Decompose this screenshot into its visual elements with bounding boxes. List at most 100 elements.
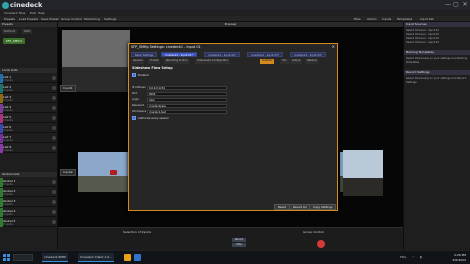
- preview-tile[interactable]: [78, 152, 128, 192]
- selected-preset-chip[interactable]: SFP_SMH/x: [3, 38, 25, 44]
- workspace-field[interactable]: cinedeck-test: [147, 109, 227, 114]
- input-source-item[interactable]: Select Channel - Input 02: [406, 33, 439, 36]
- list-menu-icon[interactable]: [52, 180, 56, 184]
- tab-input-01[interactable]: cinedeck1 - Input 01*: [161, 52, 197, 57]
- left-panel: Presets Default GPU Local Lists List 10 …: [0, 22, 58, 250]
- list-menu-icon[interactable]: [52, 116, 56, 120]
- list-item[interactable]: List 50 Inputs: [0, 114, 58, 123]
- input-source-item[interactable]: Select Channel - Input 03: [406, 37, 439, 40]
- wifi-icon[interactable]: ◠: [412, 255, 415, 259]
- list-subtitle: 0 Inputs: [3, 98, 13, 102]
- section-title: Sideshow Flow Setup: [132, 66, 173, 70]
- right-panel: Input Sources Select Channel - Input 01 …: [403, 22, 470, 250]
- reset-button[interactable]: Reset: [274, 204, 290, 210]
- subtab-video-audio[interactable]: Video/Audio Configuration: [195, 59, 231, 64]
- field-label-port: Port: [132, 92, 138, 95]
- record-button[interactable]: Record: [232, 238, 246, 242]
- tab-gpu[interactable]: GPU: [22, 29, 33, 34]
- list-item[interactable]: List 60 Inputs: [0, 124, 58, 133]
- maximize-icon[interactable]: ▢: [452, 1, 460, 9]
- battery-icon[interactable]: ▮: [420, 255, 422, 259]
- list-menu-icon[interactable]: [52, 210, 56, 214]
- ip-address-field[interactable]: 0.0.0.0:1234: [147, 85, 227, 90]
- subtab-subtitles[interactable]: Subtitles: [260, 59, 275, 64]
- subtab-info[interactable]: Info: [280, 59, 289, 64]
- list-item[interactable]: List 40 Inputs: [0, 104, 58, 113]
- clock[interactable]: 4:26 PM 5/6/2022: [453, 253, 466, 262]
- input-source-item[interactable]: Select Channel - Input 04: [406, 41, 439, 44]
- list-item[interactable]: Global 30 Inputs: [0, 198, 58, 207]
- subtab-general[interactable]: General: [131, 59, 145, 64]
- tab-input-02[interactable]: cinedeck1 - Input 02*: [204, 52, 240, 57]
- list-item[interactable]: Global 40 Inputs: [0, 208, 58, 217]
- taskbar-app-1[interactable]: cinedeck.SMHr: [42, 253, 69, 262]
- record-dot-icon[interactable]: [317, 240, 325, 248]
- list-menu-icon[interactable]: [52, 200, 56, 204]
- subtab-format[interactable]: Format: [148, 59, 161, 64]
- list-menu-icon[interactable]: [52, 136, 56, 140]
- list-item[interactable]: List 30 Inputs: [0, 94, 58, 103]
- minimize-icon[interactable]: —: [444, 1, 452, 9]
- list-menu-icon[interactable]: [52, 220, 56, 224]
- app-name: cinedeck: [10, 1, 43, 9]
- copy-settings-button[interactable]: Copy Settings: [309, 204, 337, 210]
- list-item[interactable]: List 10 Inputs: [0, 74, 58, 83]
- list-subtitle: 0 Inputs: [3, 78, 13, 82]
- tab-basic-settings[interactable]: Basic Settings: [131, 52, 158, 57]
- subtab-output[interactable]: Output: [290, 59, 303, 64]
- language-indicator[interactable]: ENG: [400, 255, 406, 259]
- windows-start-icon[interactable]: [3, 254, 10, 261]
- list-subtitle: 0 Inputs: [3, 128, 13, 132]
- list-item[interactable]: Global 20 Inputs: [0, 188, 58, 197]
- password-field[interactable]: cinedeckpass: [147, 103, 227, 108]
- record-settings-header: Record Settings: [404, 70, 470, 75]
- subtab-network[interactable]: Network: [305, 59, 319, 64]
- dialog-title: SFP_SMHp Settings: cinedeck1 - Input 01: [131, 45, 201, 49]
- dialog-close-icon[interactable]: ✕: [332, 44, 335, 49]
- revert-all-button[interactable]: Revert All: [289, 204, 311, 210]
- list-menu-icon[interactable]: [52, 96, 56, 100]
- field-label-login: Login: [132, 98, 139, 101]
- login-field[interactable]: User: [147, 97, 227, 102]
- folder-icon[interactable]: [124, 254, 131, 261]
- list-item[interactable]: Global 50 Inputs: [0, 218, 58, 227]
- port-field[interactable]: 9000: [147, 91, 227, 96]
- taskbar-search-input[interactable]: [13, 254, 33, 261]
- list-menu-icon[interactable]: [52, 126, 56, 130]
- global-lists-header: Global Lists: [0, 172, 57, 177]
- local-lists-header: Local Lists: [0, 68, 57, 73]
- tab-default[interactable]: Default: [2, 29, 17, 34]
- presets-header: Presets: [0, 22, 57, 27]
- title-bar: cinedeck — ▢ ✕: [0, 0, 470, 10]
- list-subtitle: 0 Inputs: [3, 148, 13, 152]
- date-text: 5/6/2022: [452, 257, 466, 262]
- subtab-recording-control[interactable]: Recording Control: [164, 59, 190, 64]
- preview-tile[interactable]: [62, 30, 130, 92]
- list-subtitle: 0 Inputs: [3, 202, 13, 206]
- tab-input-04[interactable]: cinedeck1 - Input 04*: [290, 52, 326, 57]
- input-tag-2[interactable]: Input2: [60, 169, 76, 176]
- list-menu-icon[interactable]: [52, 146, 56, 150]
- list-menu-icon[interactable]: [52, 190, 56, 194]
- preview-tile[interactable]: [343, 150, 383, 196]
- tab-input-03[interactable]: cinedeck1 - Input 03*: [247, 52, 283, 57]
- field-label-password: Password: [132, 104, 145, 107]
- enabled-checkbox[interactable]: [132, 73, 136, 77]
- list-item[interactable]: List 80 Inputs: [0, 144, 58, 153]
- browser-icon[interactable]: [134, 254, 141, 261]
- close-icon[interactable]: ✕: [461, 1, 469, 9]
- input-tag-1[interactable]: Input1: [60, 85, 76, 92]
- list-item[interactable]: List 20 Inputs: [0, 84, 58, 93]
- list-item[interactable]: List 70 Inputs: [0, 134, 58, 143]
- time-text: 4:26 PM: [453, 253, 466, 257]
- input-source-item[interactable]: Select Channel - Input 01: [406, 29, 439, 32]
- list-item[interactable]: Global 10 Inputs: [0, 178, 58, 187]
- stop-button[interactable]: Stop: [232, 243, 246, 247]
- list-menu-icon[interactable]: [52, 76, 56, 80]
- taskbar-app-2[interactable]: Cinedeck Client 1.0...: [78, 253, 115, 262]
- list-menu-icon[interactable]: [52, 86, 56, 90]
- secure-checkbox[interactable]: [132, 116, 136, 120]
- enabled-label: Enabled: [138, 73, 149, 77]
- list-menu-icon[interactable]: [52, 106, 56, 110]
- list-subtitle: 0 Inputs: [3, 212, 13, 216]
